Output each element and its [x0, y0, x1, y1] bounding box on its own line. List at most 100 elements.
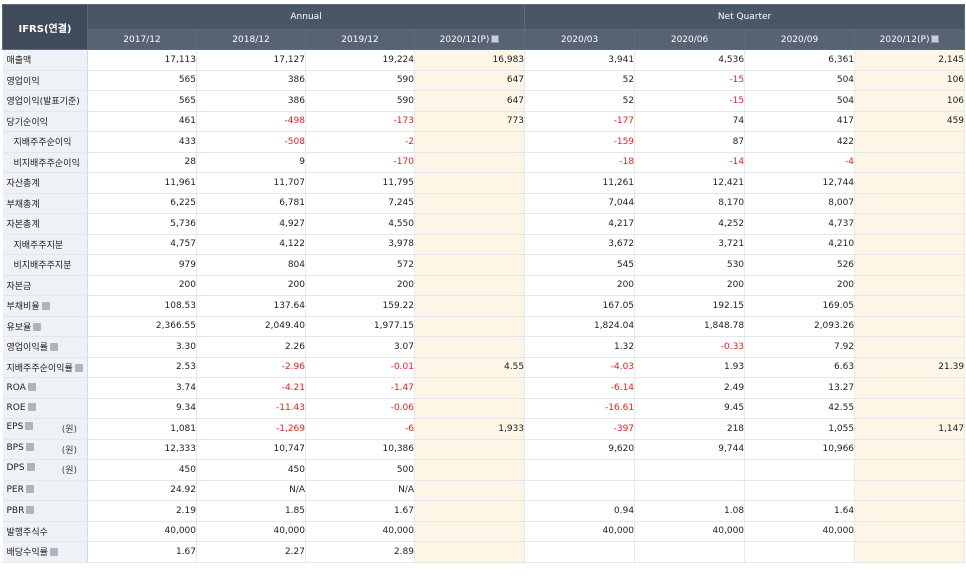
row-label-cell: 자산총계 — [2, 172, 88, 194]
column-header-label: 2020/12(P) — [439, 34, 490, 45]
value-cell: -18 — [524, 152, 636, 173]
value-cell: 10,386 — [305, 439, 415, 460]
value-cell: 9,744 — [634, 439, 746, 460]
value-cell — [854, 254, 966, 276]
value-cell: 11,707 — [196, 172, 306, 194]
value-cell: 137.64 — [196, 295, 306, 317]
info-icon[interactable] — [27, 382, 36, 391]
info-icon[interactable] — [26, 505, 35, 514]
row-label: 부채총계 — [6, 199, 40, 210]
row-label-cell: 지배주주지분 — [2, 234, 88, 255]
row-label: 지배주주순이익률 — [6, 363, 73, 374]
value-cell: 3,941 — [524, 49, 636, 71]
sort-icon[interactable] — [931, 34, 940, 43]
value-cell: 2.49 — [634, 377, 746, 399]
row-label: 자산총계 — [6, 179, 40, 190]
value-cell: 1,147 — [854, 418, 966, 440]
table-row: 지배주주순이익 433 -508 -2 -159 87 422 — [2, 131, 966, 153]
value-cell: 28 — [87, 152, 197, 173]
value-cell — [744, 480, 856, 501]
info-icon[interactable] — [49, 548, 58, 557]
value-cell: 11,961 — [87, 172, 197, 194]
value-cell: 12,744 — [744, 172, 856, 194]
value-cell: 13.27 — [744, 377, 856, 399]
info-icon[interactable] — [74, 363, 83, 372]
value-cell — [414, 213, 526, 235]
value-cell: -170 — [305, 152, 415, 173]
value-cell: 1,081 — [87, 418, 197, 440]
row-label: 영업이익 — [6, 76, 40, 87]
table-row: ROE 9.34 -11.43 -0.06 -16.61 9.45 42.55 — [2, 398, 966, 419]
value-cell — [414, 131, 526, 153]
row-label-cell: PBR — [2, 500, 88, 522]
column-header: 2019/12 — [305, 29, 415, 50]
row-label: ROE — [6, 403, 26, 414]
column-header-label: 2020/06 — [670, 34, 709, 45]
table-row: 지배주주지분 4,757 4,122 3,978 3,672 3,721 4,210 — [2, 234, 966, 255]
value-cell — [854, 541, 966, 563]
info-icon[interactable] — [25, 485, 34, 494]
table-row: 자본금 200 200 200 200 200 200 — [2, 275, 966, 296]
info-icon[interactable] — [26, 463, 35, 472]
value-cell: 52 — [524, 90, 636, 112]
column-header-label: 2020/03 — [560, 34, 599, 45]
value-cell — [414, 459, 526, 481]
value-cell: 40,000 — [744, 521, 856, 542]
value-cell: 590 — [305, 90, 415, 112]
value-cell: 40,000 — [524, 521, 636, 542]
value-cell: 3.30 — [87, 336, 197, 358]
value-cell: 9,620 — [524, 439, 636, 460]
row-label: 지배주주지분 — [13, 240, 64, 251]
value-cell: 3,978 — [305, 234, 415, 255]
value-cell: 17,113 — [87, 49, 197, 71]
value-cell: 2,093.26 — [744, 316, 856, 337]
info-icon[interactable] — [33, 322, 42, 331]
value-cell: 7,044 — [524, 193, 636, 214]
value-cell: 804 — [196, 254, 306, 276]
row-label: PER — [6, 485, 24, 496]
sort-icon[interactable] — [491, 34, 500, 43]
value-cell: 1,824.04 — [524, 316, 636, 337]
value-cell: 12,421 — [634, 172, 746, 194]
value-cell — [414, 193, 526, 214]
value-cell: 530 — [634, 254, 746, 276]
row-label-cell: 자본총계 — [2, 213, 88, 235]
value-cell: 504 — [744, 90, 856, 112]
value-cell — [414, 234, 526, 255]
row-label-cell: 지배주주순이익률 — [2, 357, 88, 378]
value-cell: 200 — [87, 275, 197, 296]
info-icon[interactable] — [27, 403, 36, 412]
info-icon[interactable] — [25, 422, 34, 431]
table-row: 부채비율 108.53 137.64 159.22 167.05 192.15 169.05 — [2, 295, 966, 317]
value-cell: 200 — [524, 275, 636, 296]
value-cell: 1.32 — [524, 336, 636, 358]
value-cell: -6.14 — [524, 377, 636, 399]
value-cell: N/A — [196, 480, 306, 501]
value-cell: 1.85 — [196, 500, 306, 522]
value-cell — [744, 459, 856, 481]
value-cell: -173 — [305, 111, 415, 132]
info-icon[interactable] — [41, 302, 50, 311]
value-cell: N/A — [305, 480, 415, 501]
value-cell: 7,245 — [305, 193, 415, 214]
info-icon[interactable] — [49, 343, 58, 352]
value-cell — [854, 131, 966, 153]
value-cell: 386 — [196, 90, 306, 112]
value-cell: 74 — [634, 111, 746, 132]
table-row: PBR 2.19 1.85 1.67 0.94 1.08 1.64 — [2, 500, 966, 522]
unit-label: (원) — [61, 445, 77, 456]
table-corner-label: IFRS(연결) — [2, 4, 88, 50]
table-row: EPS (원) 1,081 -1,269 -6 1,933 -397 218 1,055 1,14… — [2, 418, 966, 440]
value-cell: 1,055 — [744, 418, 856, 440]
value-cell — [854, 521, 966, 542]
value-cell — [854, 480, 966, 501]
value-cell — [414, 439, 526, 460]
row-label: 발행주식수 — [6, 527, 48, 538]
value-cell: 106 — [854, 70, 966, 91]
row-label-cell: 부채비율 — [2, 295, 88, 317]
info-icon[interactable] — [25, 442, 34, 451]
value-cell: 16,983 — [414, 49, 526, 71]
value-cell: 10,966 — [744, 439, 856, 460]
value-cell: 590 — [305, 70, 415, 91]
value-cell: -15 — [634, 90, 746, 112]
